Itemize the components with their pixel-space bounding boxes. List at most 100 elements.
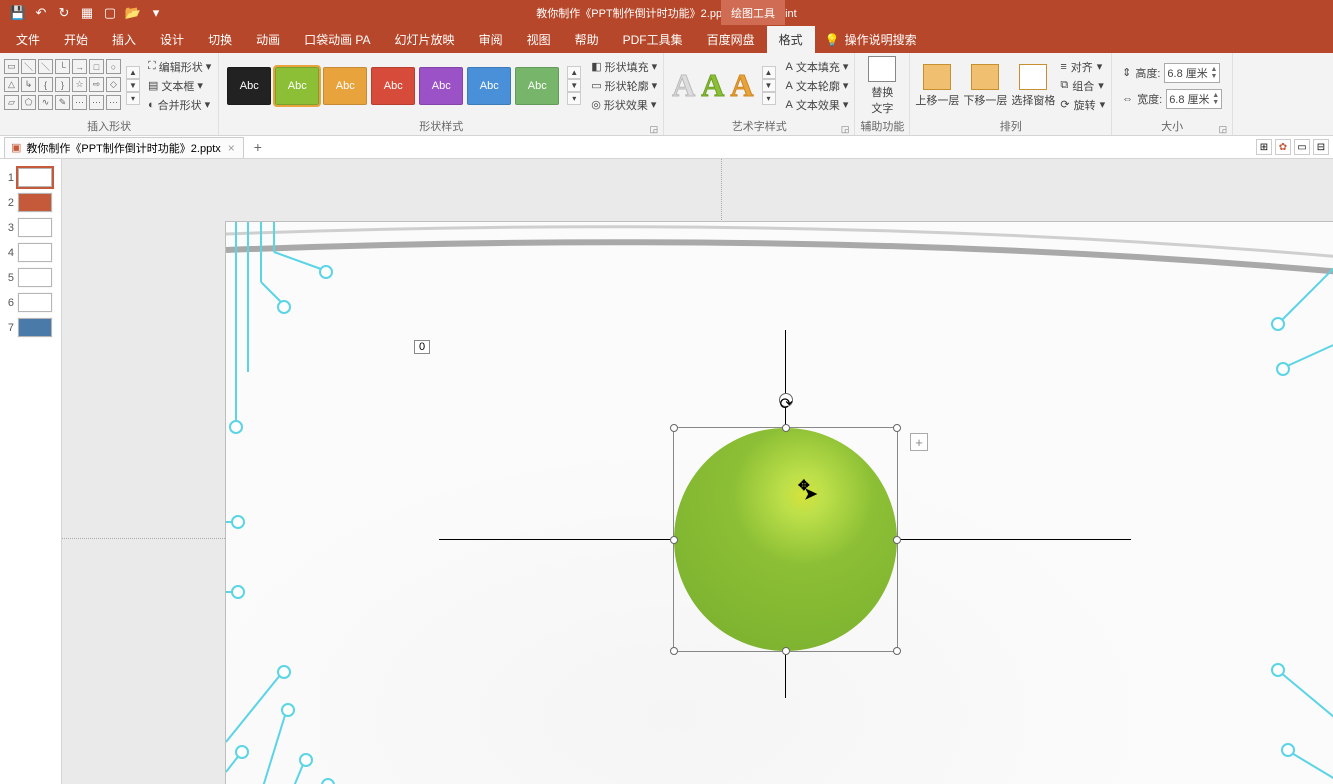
shape-gallery[interactable]: ▭ ＼ ＼ └ → □ ○ △ ↳ { } ☆ ⇨ ◇ ▱ ⬠ ∿ ✎ ⋯ ⋯ (4, 59, 122, 112)
alt-text-button[interactable]: 替换 文字 (859, 56, 905, 116)
open-icon[interactable]: 📂 (123, 4, 143, 22)
tell-me-search[interactable]: 💡 操作说明搜索 (815, 26, 927, 53)
tab-insert[interactable]: 插入 (100, 26, 148, 53)
thumbnail-preview[interactable] (18, 268, 52, 287)
tab-review[interactable]: 审阅 (467, 26, 515, 53)
view-toggle-1-icon[interactable]: ⊞ (1256, 139, 1272, 155)
slide-canvas-area[interactable]: 0 ⟳ + ✥ ➤ (62, 159, 1333, 784)
style-swatch[interactable]: Abc (467, 67, 511, 105)
thumbnail-preview[interactable] (18, 218, 52, 237)
thumbnail-item[interactable]: 5 (0, 265, 61, 290)
shape-curve-icon[interactable]: ∿ (38, 95, 53, 110)
width-down-icon[interactable]: ▼ (1212, 99, 1219, 106)
thumbnail-item[interactable]: 6 (0, 290, 61, 315)
thumbnail-pane[interactable]: 1234567 (0, 159, 62, 784)
shape-more1-icon[interactable]: ⋯ (72, 95, 87, 110)
tab-view[interactable]: 视图 (515, 26, 563, 53)
rotate-button[interactable]: ⟳旋转▾ (1058, 96, 1107, 114)
wordart-preset[interactable]: A (701, 67, 724, 104)
size-launcher-icon[interactable]: ◲ (1219, 124, 1228, 135)
text-effects-button[interactable]: A文本效果▾ (784, 96, 851, 114)
height-up-icon[interactable]: ▲ (1210, 66, 1217, 73)
tab-pocket-animation[interactable]: 口袋动画 PA (292, 26, 382, 53)
shape-line2-icon[interactable]: ＼ (38, 59, 53, 74)
tab-design[interactable]: 设计 (148, 26, 196, 53)
selection-box[interactable]: ⟳ (673, 427, 898, 652)
handle-se[interactable] (893, 647, 901, 655)
wordart-launcher-icon[interactable]: ◲ (841, 124, 850, 135)
selection-pane-button[interactable]: 选择窗格 (1010, 56, 1056, 116)
handle-ne[interactable] (893, 424, 901, 432)
style-swatch[interactable]: Abc (371, 67, 415, 105)
tab-format[interactable]: 格式 (767, 26, 815, 53)
tab-transitions[interactable]: 切换 (196, 26, 244, 53)
layout-options-button[interactable]: + (910, 433, 928, 451)
shape-callout-icon[interactable]: ◇ (106, 77, 121, 92)
text-outline-button[interactable]: A文本轮廓▾ (784, 77, 851, 95)
send-backward-button[interactable]: 下移一层 (962, 56, 1008, 116)
height-input[interactable]: 6.8 厘米▲▼ (1164, 63, 1220, 83)
style-swatch[interactable]: Abc (419, 67, 463, 105)
tab-home[interactable]: 开始 (52, 26, 100, 53)
qat-more-icon[interactable]: ▾ (146, 4, 166, 22)
shape-effects-button[interactable]: ◎形状效果▾ (589, 96, 659, 114)
shape-styles-launcher-icon[interactable]: ◲ (650, 124, 659, 135)
handle-nw[interactable] (670, 424, 678, 432)
tab-animations[interactable]: 动画 (244, 26, 292, 53)
tab-help[interactable]: 帮助 (563, 26, 611, 53)
thumbnail-item[interactable]: 3 (0, 215, 61, 240)
shape-flow2-icon[interactable]: ⬠ (21, 95, 36, 110)
style-expand-icon[interactable]: ▾ (567, 92, 581, 105)
width-up-icon[interactable]: ▲ (1212, 92, 1219, 99)
merge-shapes-button[interactable]: ◐合并形状▾ (145, 96, 214, 114)
shape-scroll-up-icon[interactable]: ▲ (126, 66, 140, 79)
shape-more3-icon[interactable]: ⋯ (106, 95, 121, 110)
undo-icon[interactable]: ↶ (31, 4, 51, 22)
style-swatch[interactable]: Abc (323, 67, 367, 105)
handle-sw[interactable] (670, 647, 678, 655)
thumbnail-preview[interactable] (18, 193, 52, 212)
style-scroll-down-icon[interactable]: ▼ (567, 79, 581, 92)
style-scroll-up-icon[interactable]: ▲ (567, 66, 581, 79)
shape-rbrace-icon[interactable]: } (55, 77, 70, 92)
edit-shape-button[interactable]: ⛶编辑形状▾ (145, 58, 214, 76)
style-swatch[interactable]: Abc (275, 67, 319, 105)
bring-forward-button[interactable]: 上移一层 (914, 56, 960, 116)
shape-line-icon[interactable]: ＼ (21, 59, 36, 74)
add-tab-icon[interactable]: + (254, 139, 262, 155)
save-icon[interactable]: 💾 (8, 4, 28, 22)
tab-slideshow[interactable]: 幻灯片放映 (383, 26, 467, 53)
handle-w[interactable] (670, 536, 678, 544)
shape-fill-button[interactable]: ◧形状填充▾ (589, 58, 659, 76)
shape-arrow-icon[interactable]: → (72, 59, 87, 74)
shape-scroll-down-icon[interactable]: ▼ (126, 79, 140, 92)
shape-free-icon[interactable]: ✎ (55, 95, 70, 110)
from-beginning-icon[interactable]: ▦ (77, 4, 97, 22)
view-toggle-3-icon[interactable]: ▭ (1294, 139, 1310, 155)
shape-star-icon[interactable]: ☆ (72, 77, 87, 92)
text-fill-button[interactable]: A文本填充▾ (784, 58, 851, 76)
view-toggle-2-icon[interactable]: ✿ (1275, 139, 1291, 155)
tab-baidu[interactable]: 百度网盘 (695, 26, 767, 53)
shape-rect-icon[interactable]: ▭ (4, 59, 19, 74)
view-toggle-4-icon[interactable]: ⊟ (1313, 139, 1329, 155)
wordart-preset[interactable]: A (730, 67, 753, 104)
tab-file[interactable]: 文件 (4, 26, 52, 53)
slide[interactable]: 0 ⟳ + ✥ ➤ (225, 221, 1333, 784)
wordart-preset[interactable]: A (672, 67, 695, 104)
textbox-button[interactable]: ▤文本框▾ (145, 77, 214, 95)
wa-scroll-up-icon[interactable]: ▲ (762, 66, 776, 79)
shape-expand-icon[interactable]: ▾ (126, 92, 140, 105)
thumbnail-item[interactable]: 7 (0, 315, 61, 340)
close-tab-icon[interactable]: × (226, 141, 237, 155)
handle-e[interactable] (893, 536, 901, 544)
width-input[interactable]: 6.8 厘米▲▼ (1166, 89, 1222, 109)
shape-flow1-icon[interactable]: ▱ (4, 95, 19, 110)
thumbnail-item[interactable]: 1 (0, 165, 61, 190)
thumbnail-preview[interactable] (18, 168, 52, 187)
wa-expand-icon[interactable]: ▾ (762, 92, 776, 105)
shape-conn-icon[interactable]: ↳ (21, 77, 36, 92)
redo-icon[interactable]: ↻ (54, 4, 74, 22)
shape-square-icon[interactable]: □ (89, 59, 104, 74)
shape-elbow-icon[interactable]: └ (55, 59, 70, 74)
